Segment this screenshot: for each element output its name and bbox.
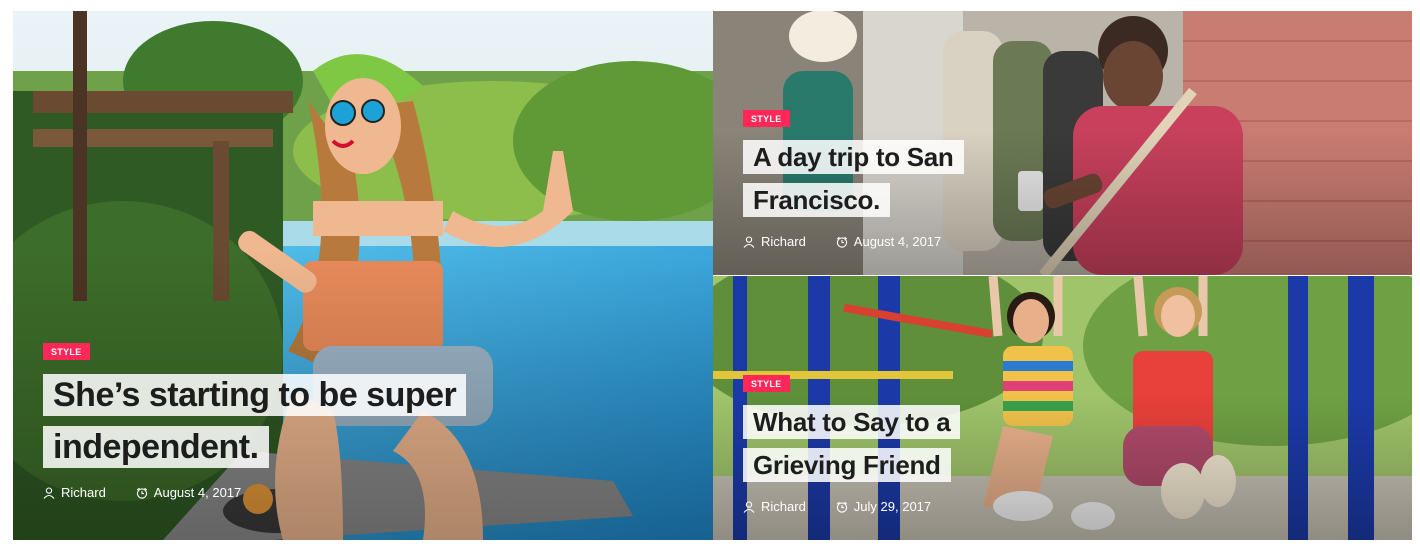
user-icon <box>743 500 755 513</box>
post-title-text[interactable]: What to Say to a Grieving Friend <box>743 405 961 482</box>
post-title-text[interactable]: She’s starting to be super independent. <box>43 374 467 468</box>
post-title[interactable]: She’s starting to be super independent. <box>43 369 503 473</box>
post-content: STYLE A day trip to San Francisco. Richa… <box>743 109 1382 249</box>
category-badge[interactable]: STYLE <box>743 110 790 127</box>
post-content: STYLE She’s starting to be super indepen… <box>43 342 683 500</box>
clock-icon <box>136 487 147 499</box>
author-name[interactable]: Richard <box>761 499 806 514</box>
date-text: July 29, 2017 <box>853 499 932 514</box>
date-text: August 4, 2017 <box>153 485 242 500</box>
category-badge[interactable]: STYLE <box>43 343 90 360</box>
author-name[interactable]: Richard <box>61 485 106 500</box>
user-icon <box>43 486 55 499</box>
featured-posts-grid: STYLE She’s starting to be super indepen… <box>13 11 1412 540</box>
post-title[interactable]: What to Say to a Grieving Friend <box>743 401 1053 487</box>
date-text: August 4, 2017 <box>853 234 942 249</box>
post-card-top[interactable]: STYLE A day trip to San Francisco. Richa… <box>713 11 1412 275</box>
post-author[interactable]: Richard <box>743 499 806 514</box>
clock-icon <box>836 501 847 513</box>
user-icon <box>743 235 755 248</box>
clock-icon <box>836 236 847 248</box>
post-title-text[interactable]: A day trip to San Francisco. <box>743 140 964 217</box>
post-content: STYLE What to Say to a Grieving Friend R… <box>743 374 1382 514</box>
post-meta: Richard August 4, 2017 <box>43 485 683 500</box>
post-card-bottom[interactable]: STYLE What to Say to a Grieving Friend R… <box>713 276 1412 540</box>
post-date: July 29, 2017 <box>836 499 931 514</box>
author-name[interactable]: Richard <box>761 234 806 249</box>
post-meta: Richard July 29, 2017 <box>743 499 1382 514</box>
post-card-main[interactable]: STYLE She’s starting to be super indepen… <box>13 11 713 540</box>
post-author[interactable]: Richard <box>43 485 106 500</box>
post-date: August 4, 2017 <box>836 234 941 249</box>
post-author[interactable]: Richard <box>743 234 806 249</box>
category-badge[interactable]: STYLE <box>743 375 790 392</box>
post-meta: Richard August 4, 2017 <box>743 234 1382 249</box>
post-date: August 4, 2017 <box>136 485 241 500</box>
post-title[interactable]: A day trip to San Francisco. <box>743 136 1053 222</box>
